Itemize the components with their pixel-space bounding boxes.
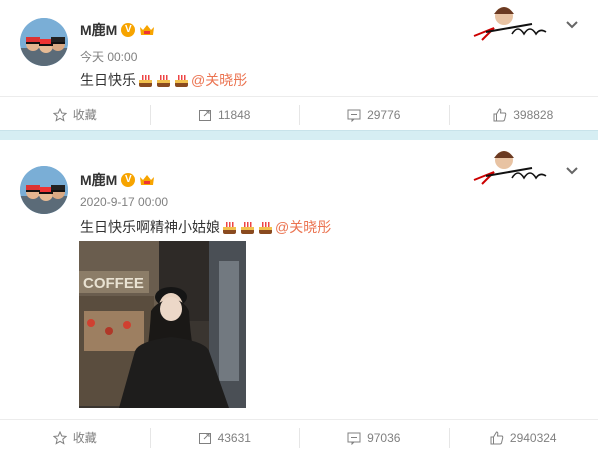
- favorite-label: 收藏: [72, 108, 97, 122]
- post-body-text: 生日快乐: [80, 72, 136, 88]
- chevron-down-icon[interactable]: [562, 14, 582, 34]
- thumbs-up-icon: [490, 430, 504, 444]
- comment-count: 29776: [367, 107, 401, 122]
- username[interactable]: M鹿M: [80, 170, 117, 190]
- repost-button[interactable]: 43631: [149, 420, 300, 455]
- comment-icon: [347, 432, 361, 445]
- post-body-text: 生日快乐啊精神小姑娘: [80, 219, 220, 235]
- member-crown-icon[interactable]: [139, 173, 155, 187]
- action-bar: 收藏 11848 29776 398828: [0, 96, 598, 132]
- username[interactable]: M鹿M: [80, 20, 117, 40]
- like-button[interactable]: 398828: [448, 97, 598, 132]
- birthday-cake-icon: [157, 74, 170, 87]
- feed-divider: [0, 130, 598, 140]
- svg-text:COFFEE: COFFEE: [83, 275, 144, 292]
- like-count: 398828: [513, 107, 554, 122]
- mention-link[interactable]: @关晓彤: [191, 70, 247, 90]
- birthday-cake-icon: [175, 74, 188, 87]
- repost-button[interactable]: 11848: [149, 97, 300, 132]
- avatar[interactable]: [20, 166, 68, 214]
- like-count: 2940324: [509, 430, 557, 445]
- name-row: M鹿M V: [80, 20, 155, 40]
- comment-button[interactable]: 29776: [299, 97, 449, 132]
- mention-link[interactable]: @关晓彤: [275, 217, 331, 237]
- post-timestamp[interactable]: 2020-9-17 00:00: [80, 195, 168, 209]
- comment-button[interactable]: 97036: [299, 420, 449, 455]
- weibo-post-2: M鹿M V 2020-9-17 00:00 生日快乐啊精神小姑娘 @关晓彤 CO…: [0, 140, 598, 457]
- favorite-label: 收藏: [72, 431, 97, 445]
- favorite-button[interactable]: 收藏: [0, 97, 150, 132]
- post-timestamp[interactable]: 今天 00:00: [80, 48, 137, 65]
- verified-badge-icon: V: [121, 23, 136, 37]
- member-crown-icon[interactable]: [139, 23, 155, 37]
- thumbs-up-icon: [493, 107, 507, 121]
- post-text: 生日快乐 @关晓彤: [80, 70, 247, 90]
- birthday-cake-icon: [139, 74, 152, 87]
- cake-emoji-group: [137, 72, 190, 89]
- chevron-down-icon[interactable]: [562, 160, 582, 180]
- star-icon: [52, 430, 67, 445]
- signature-card-icon: [473, 7, 547, 41]
- cake-emoji-group: [221, 219, 274, 236]
- avatar[interactable]: [20, 18, 68, 66]
- verified-badge-icon: V: [121, 173, 136, 187]
- birthday-cake-icon: [259, 221, 272, 234]
- repost-count: 11848: [218, 107, 251, 122]
- action-bar: 收藏 43631 97036 2940324: [0, 419, 598, 455]
- like-button[interactable]: 2940324: [448, 420, 598, 455]
- repost-count: 43631: [217, 430, 251, 445]
- name-row: M鹿M V: [80, 170, 155, 190]
- signature-card-icon: [473, 151, 547, 185]
- post-photo[interactable]: COFFEE: [79, 241, 246, 408]
- favorite-button[interactable]: 收藏: [0, 420, 150, 455]
- post-text: 生日快乐啊精神小姑娘 @关晓彤: [80, 217, 331, 237]
- comment-icon: [347, 109, 361, 122]
- repost-icon: [199, 109, 211, 121]
- repost-icon: [198, 432, 211, 444]
- comment-count: 97036: [367, 430, 401, 445]
- star-icon: [52, 107, 67, 122]
- weibo-post-1: M鹿M V 今天 00:00 生日快乐 @关晓彤 收藏 11848 29776 …: [0, 0, 598, 130]
- birthday-cake-icon: [223, 221, 236, 234]
- birthday-cake-icon: [241, 221, 254, 234]
